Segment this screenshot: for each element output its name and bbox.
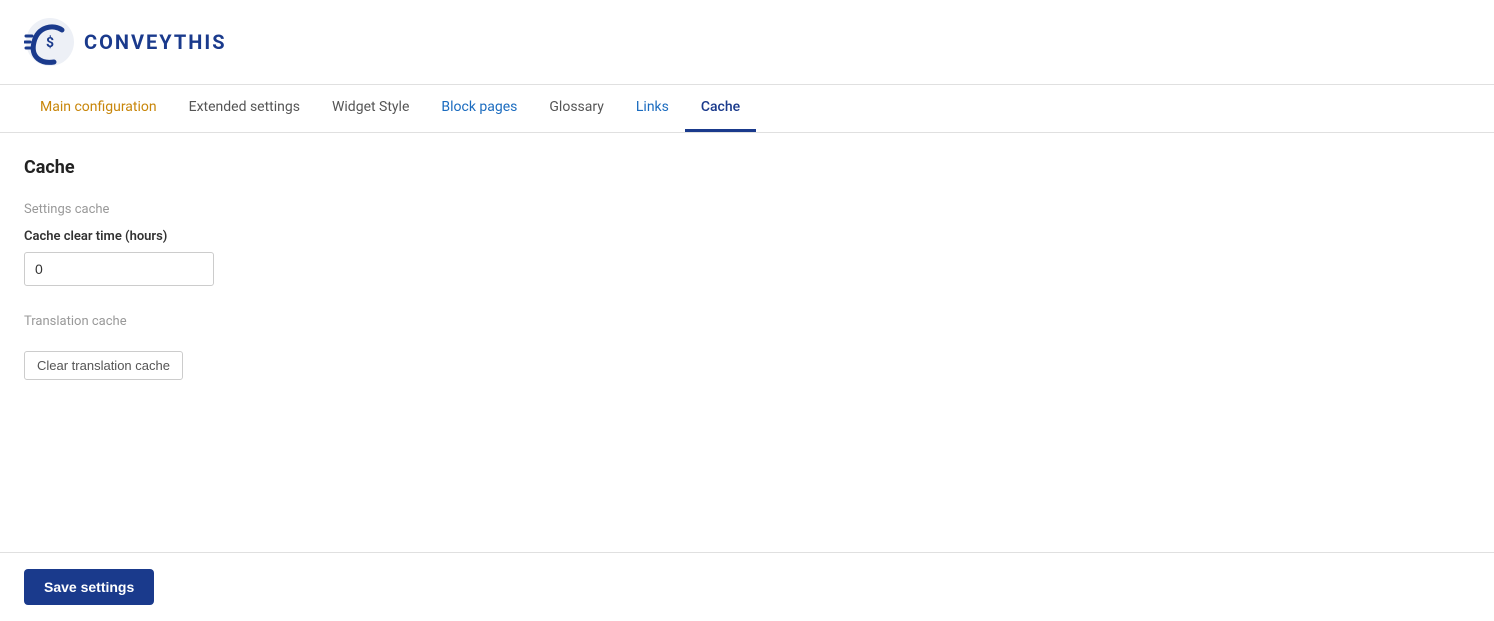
translation-cache-label: Translation cache <box>24 314 1470 329</box>
tab-main-configuration[interactable]: Main configuration <box>24 85 173 132</box>
settings-cache-section: Settings cache Cache clear time (hours) <box>24 202 1470 286</box>
tab-cache[interactable]: Cache <box>685 85 756 132</box>
logo-container: $ CONVEYTHIS <box>24 16 227 68</box>
main-content: Cache Settings cache Cache clear time (h… <box>0 133 1494 552</box>
cache-clear-time-label: Cache clear time (hours) <box>24 229 1470 244</box>
tab-glossary[interactable]: Glossary <box>533 85 619 132</box>
tab-extended-settings[interactable]: Extended settings <box>173 85 316 132</box>
settings-cache-label: Settings cache <box>24 202 1470 217</box>
footer: Save settings <box>0 552 1494 621</box>
app-wrapper: $ CONVEYTHIS Main configuration Extended… <box>0 0 1494 621</box>
conveythis-logo-icon: $ <box>24 16 76 68</box>
cache-clear-time-input[interactable] <box>24 252 214 286</box>
tab-widget-style[interactable]: Widget Style <box>316 85 425 132</box>
tab-links[interactable]: Links <box>620 85 685 132</box>
brand-name: CONVEYTHIS <box>84 30 227 54</box>
tab-block-pages[interactable]: Block pages <box>425 85 533 132</box>
svg-text:$: $ <box>46 34 54 51</box>
nav-tabs: Main configuration Extended settings Wid… <box>0 85 1494 133</box>
clear-translation-cache-button[interactable]: Clear translation cache <box>24 351 183 380</box>
page-title: Cache <box>24 157 1470 178</box>
header: $ CONVEYTHIS <box>0 0 1494 85</box>
translation-cache-section: Translation cache Clear translation cach… <box>24 314 1470 380</box>
save-settings-button[interactable]: Save settings <box>24 569 154 605</box>
